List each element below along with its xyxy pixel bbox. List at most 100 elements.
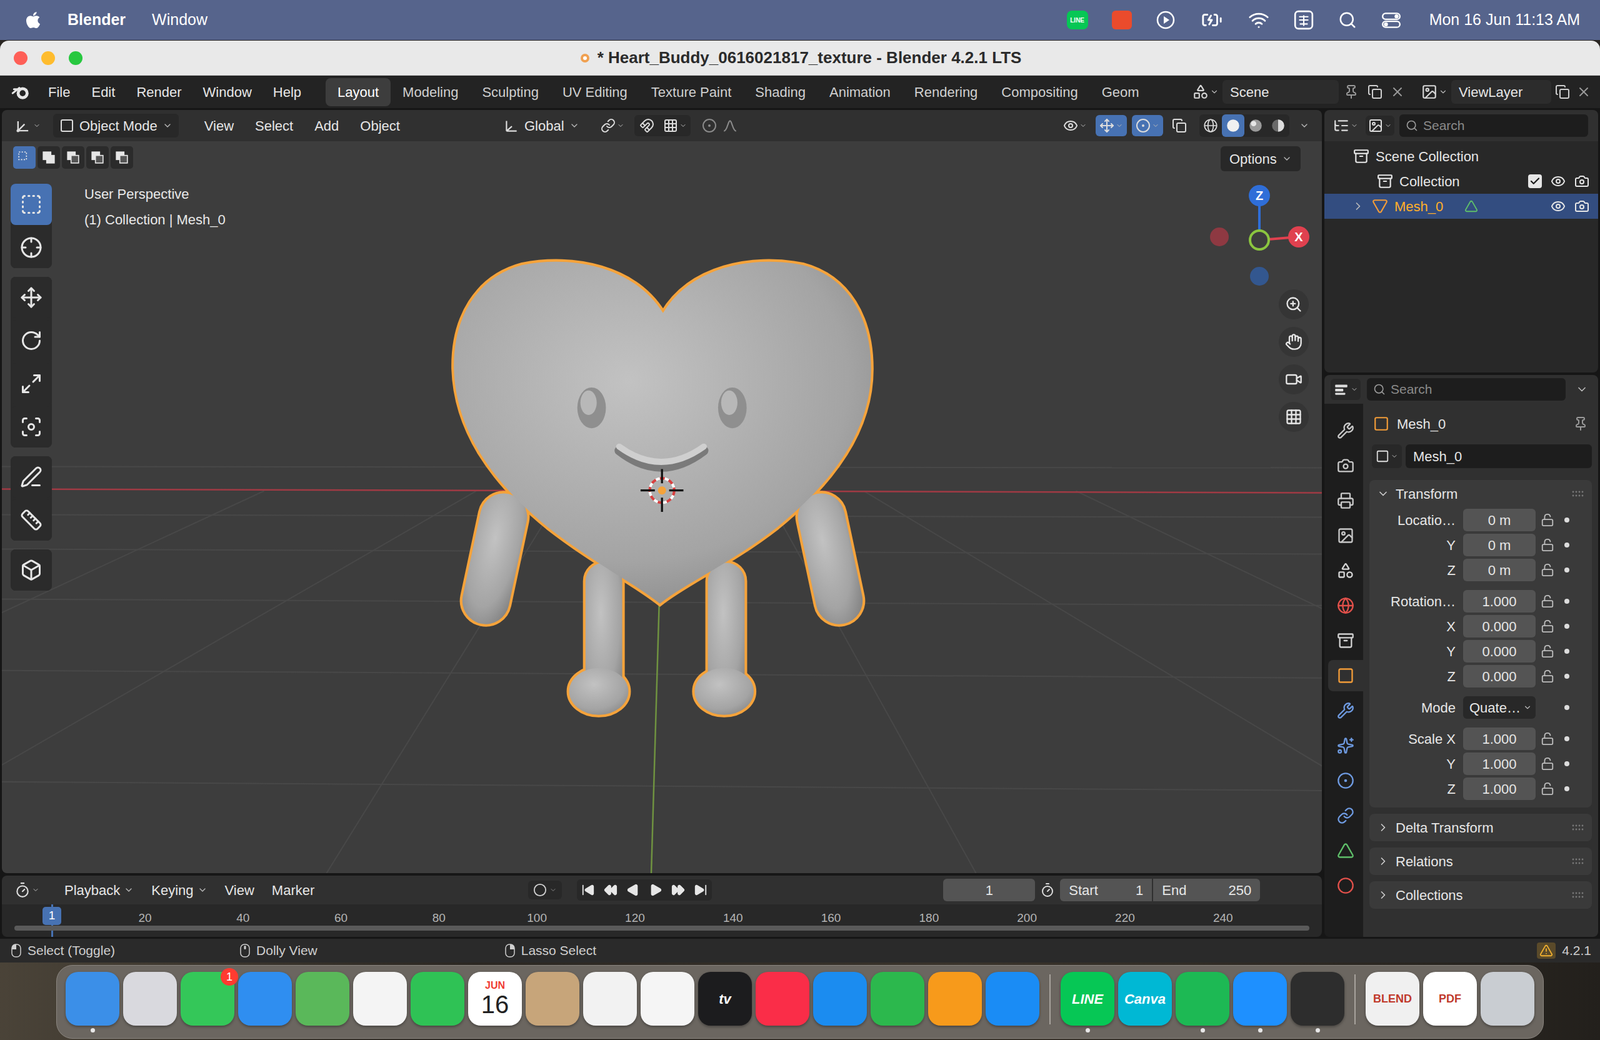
top-menu-item[interactable]: Edit — [80, 79, 126, 105]
property-field[interactable]: 1.000 — [1463, 590, 1536, 613]
close-button[interactable] — [13, 51, 28, 65]
workspace-tab[interactable]: Compositing — [989, 78, 1090, 107]
object-name-field[interactable]: Mesh_0 — [1405, 444, 1592, 469]
keyframe-dot[interactable] — [1564, 598, 1570, 604]
panel-header[interactable]: Transform — [1369, 480, 1592, 508]
properties-tab[interactable] — [1328, 590, 1364, 622]
properties-search[interactable]: Search — [1366, 378, 1566, 401]
lock-icon[interactable] — [1540, 619, 1555, 634]
proportional-edit-icon[interactable] — [701, 118, 717, 134]
render-icon[interactable] — [1574, 198, 1590, 214]
properties-tab[interactable] — [1328, 730, 1364, 762]
blender-logo-icon[interactable] — [10, 81, 32, 103]
viewport-menu-item[interactable]: View — [193, 113, 245, 139]
jump-start-button[interactable] — [576, 879, 600, 901]
pivot-point[interactable] — [596, 115, 629, 137]
lock-icon[interactable] — [1540, 731, 1555, 746]
keyframe-dot[interactable] — [1564, 673, 1570, 679]
workspace-tab[interactable]: Texture Paint — [639, 78, 744, 107]
xray-toggle[interactable] — [1168, 115, 1191, 137]
falloff-icon[interactable] — [721, 117, 739, 134]
properties-tab[interactable] — [1328, 485, 1364, 517]
overlays[interactable] — [1131, 115, 1164, 137]
properties-tab[interactable] — [1328, 870, 1364, 902]
dock-item[interactable] — [640, 971, 695, 1033]
property-field[interactable]: 0 m — [1463, 508, 1536, 532]
playhead[interactable]: 1 — [42, 906, 62, 925]
dock-item[interactable] — [1480, 971, 1535, 1033]
dock-item[interactable] — [928, 971, 982, 1033]
dock-item[interactable] — [65, 971, 120, 1033]
scene-selector[interactable] — [1188, 83, 1223, 100]
viewport-menu-item[interactable]: Add — [303, 113, 350, 139]
workspace-tab[interactable]: Sculpting — [470, 78, 551, 107]
keyframe-dot[interactable] — [1564, 567, 1570, 573]
properties-tab[interactable] — [1328, 520, 1364, 552]
keyframe-dot[interactable] — [1564, 623, 1570, 629]
property-field[interactable]: 0.000 — [1463, 665, 1536, 688]
zoom-button[interactable] — [68, 51, 83, 65]
snap-target[interactable] — [659, 115, 691, 137]
timeline-scrollbar[interactable] — [14, 925, 1310, 931]
property-field[interactable]: 0 m — [1463, 558, 1536, 582]
workspace-tab[interactable]: Rendering — [902, 78, 990, 107]
dock-item[interactable]: tv — [698, 971, 752, 1033]
previous-keyframe-button[interactable] — [599, 879, 622, 901]
navigation-gizmo[interactable]: ZX — [1201, 178, 1321, 298]
select-mode-button[interactable] — [13, 146, 36, 169]
pan-button[interactable] — [1278, 326, 1309, 357]
editor-type-selector[interactable] — [9, 881, 45, 899]
auto-key-toggle[interactable] — [528, 880, 562, 900]
outliner-row[interactable]: Mesh_0 — [1324, 193, 1599, 219]
lock-icon[interactable] — [1540, 513, 1555, 527]
editor-type-selector[interactable] — [1330, 117, 1361, 134]
input-source-icon[interactable] — [1293, 9, 1315, 31]
outliner-row[interactable]: Collection — [1324, 168, 1599, 194]
tool-button[interactable] — [10, 456, 52, 498]
mode-dropdown[interactable]: Object Mode — [53, 113, 179, 138]
lock-icon[interactable] — [1540, 563, 1555, 577]
perspective-toggle-button[interactable] — [1278, 401, 1309, 432]
select-mode-button[interactable] — [61, 146, 85, 169]
panel-header[interactable]: Delta Transform — [1369, 813, 1592, 842]
viewport-canvas[interactable]: User Perspective(1) Collection | Mesh_0O… — [1, 141, 1322, 874]
current-frame-field[interactable]: 1 — [943, 878, 1035, 902]
tool-button[interactable] — [10, 320, 52, 362]
lock-icon[interactable] — [1540, 756, 1555, 771]
shading-button[interactable] — [1244, 114, 1267, 137]
tool-button[interactable] — [10, 276, 52, 319]
shading-options-icon[interactable] — [1299, 120, 1310, 131]
property-field[interactable]: 0 m — [1463, 533, 1536, 557]
lock-icon[interactable] — [1540, 669, 1555, 684]
workspace-tab[interactable]: Geom — [1090, 78, 1152, 107]
options-button[interactable]: Options — [1220, 146, 1301, 172]
tool-button[interactable] — [10, 226, 52, 269]
drag-handle-icon[interactable] — [1571, 858, 1585, 865]
dock-item[interactable] — [525, 971, 580, 1033]
top-menu-item[interactable]: Render — [125, 79, 192, 105]
lock-icon[interactable] — [1540, 781, 1555, 796]
shading-button[interactable] — [1221, 114, 1245, 137]
play-tray-icon[interactable] — [1155, 10, 1176, 30]
properties-tab[interactable] — [1328, 450, 1364, 482]
select-mode-button[interactable] — [86, 146, 109, 169]
properties-tab[interactable] — [1328, 555, 1364, 587]
next-keyframe-button[interactable] — [666, 879, 690, 901]
new-view-layer-icon[interactable] — [1555, 84, 1570, 100]
keyframe-dot[interactable] — [1564, 786, 1570, 792]
properties-tab[interactable] — [1328, 695, 1364, 727]
viewport-menu-item[interactable]: Select — [244, 113, 304, 139]
lock-icon[interactable] — [1540, 594, 1555, 609]
wifi-icon[interactable] — [1248, 9, 1270, 31]
dock-item[interactable]: PDF — [1423, 971, 1477, 1033]
version-info[interactable]: 4.2.1 — [1536, 940, 1592, 961]
property-field[interactable]: 1.000 — [1463, 752, 1536, 775]
dock-item[interactable] — [353, 971, 407, 1033]
timeline-ruler[interactable]: 204060801001201401601802002202401 — [1, 904, 1322, 937]
timeline-menu[interactable]: Playback — [56, 878, 142, 903]
lock-icon[interactable] — [1540, 644, 1555, 659]
properties-options-icon[interactable] — [1575, 383, 1589, 396]
apple-logo-icon[interactable] — [23, 10, 43, 30]
properties-tab[interactable] — [1328, 765, 1364, 797]
tool-button[interactable] — [10, 499, 52, 541]
